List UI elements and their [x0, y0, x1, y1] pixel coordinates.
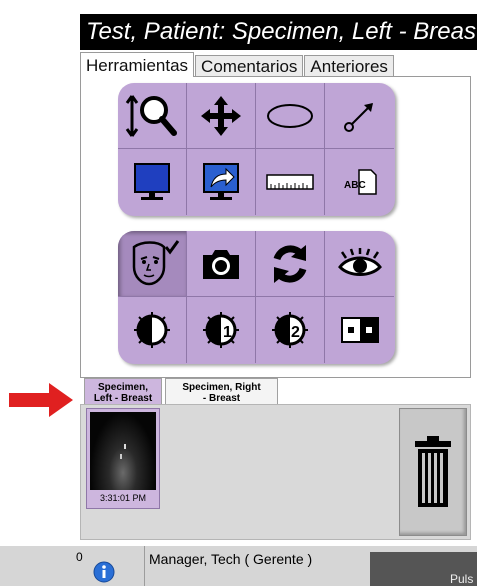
status-bar: 0 Manager, Tech ( Gerente ) Puls	[0, 546, 477, 586]
arrow-annotation-button[interactable]	[325, 83, 394, 149]
pan-icon	[201, 95, 241, 136]
tab-specimen-right-breast[interactable]: Specimen, Right - Breast	[165, 378, 278, 405]
send-to-monitor-button[interactable]	[187, 149, 256, 215]
user-label: Manager, Tech ( Gerente )	[149, 551, 313, 567]
specimen-tab-label: Specimen, Right - Breast	[182, 382, 261, 404]
zoom-button[interactable]	[118, 83, 187, 149]
status-number: 0	[76, 550, 83, 564]
monitor-button[interactable]	[118, 149, 187, 215]
pixel-display-icon	[340, 317, 379, 343]
tab-specimen-left-breast[interactable]: Specimen, Left - Breast	[84, 378, 162, 405]
monitor-icon	[134, 163, 170, 200]
status-divider	[144, 546, 145, 586]
window-title: Test, Patient: Specimen, Left - Breast	[80, 14, 477, 50]
thumbnail-image	[90, 412, 156, 490]
specimen-image	[120, 444, 126, 459]
text-annotation-button[interactable]: ABC	[325, 149, 394, 215]
pan-button[interactable]	[187, 83, 256, 149]
refresh-icon	[273, 244, 307, 283]
svg-text:2: 2	[291, 324, 300, 341]
svg-text:ABC: ABC	[344, 180, 366, 191]
tools-panel: ABC 1 2	[80, 76, 471, 378]
camera-icon	[203, 249, 239, 279]
ruler-button[interactable]	[256, 149, 325, 215]
invert-contrast-button[interactable]	[118, 297, 187, 363]
tab-herramientas[interactable]: Herramientas	[80, 52, 195, 77]
info-icon[interactable]	[93, 561, 115, 583]
camera-button[interactable]	[187, 231, 256, 297]
thumbnail-time: 3:31:01 PM	[99, 493, 147, 503]
send-to-monitor-icon	[203, 163, 239, 200]
thumbnail-area: 3:31:01 PM	[80, 404, 471, 540]
tools-button-pad: ABC	[118, 83, 395, 216]
eye-icon	[337, 247, 382, 276]
text-annotation-icon: ABC	[344, 169, 377, 195]
ellipse-button[interactable]	[256, 83, 325, 149]
eye-button[interactable]	[325, 231, 394, 297]
invert-contrast-icon	[134, 312, 170, 348]
patient-face-check-button[interactable]	[118, 231, 187, 297]
trash-icon	[415, 436, 451, 507]
ruler-icon	[266, 174, 314, 190]
tab-anteriores[interactable]: Anteriores	[304, 55, 394, 77]
status-panel-right[interactable]: Puls	[370, 552, 477, 586]
contrast-preset-1-icon: 1	[203, 312, 239, 348]
refresh-button[interactable]	[256, 231, 325, 297]
status-right-text: Puls	[450, 572, 474, 586]
specimen-tab-bar: Specimen, Left - Breast Specimen, Right …	[84, 378, 281, 405]
specimen-tab-label: Specimen, Left - Breast	[93, 382, 153, 404]
image-thumbnail[interactable]: 3:31:01 PM	[86, 408, 160, 509]
svg-text:1: 1	[223, 324, 232, 341]
contrast-preset-1-button[interactable]: 1	[187, 297, 256, 363]
tab-bar: Herramientas Comentarios Anteriores	[80, 52, 395, 77]
zoom-icon	[125, 94, 177, 137]
contrast-preset-2-button[interactable]: 2	[256, 297, 325, 363]
red-arrow-pointer-icon	[9, 383, 73, 417]
ellipse-icon	[267, 103, 313, 128]
patient-face-check-icon	[132, 239, 180, 285]
delete-button[interactable]	[399, 408, 467, 536]
view-button-pad: 1 2	[118, 231, 395, 364]
arrow-annotation-icon	[343, 102, 373, 132]
contrast-preset-2-icon: 2	[272, 312, 308, 348]
pixel-display-button[interactable]	[325, 297, 394, 363]
tab-comentarios[interactable]: Comentarios	[195, 55, 304, 77]
